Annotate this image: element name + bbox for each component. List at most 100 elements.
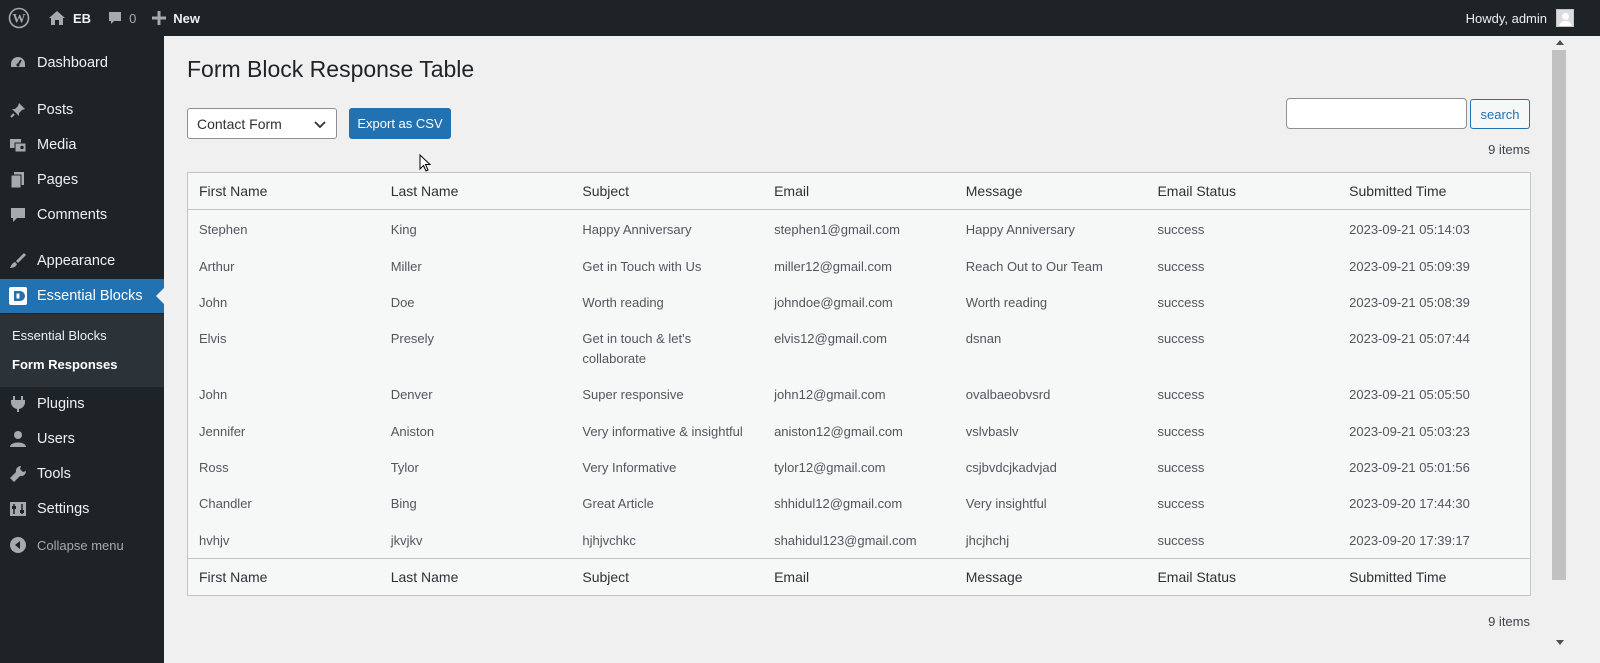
cell-submitted-time: 2023-09-20 17:39:17	[1349, 533, 1470, 548]
scrollbar-thumb[interactable]	[1552, 50, 1566, 580]
avatar[interactable]	[1556, 9, 1574, 27]
admin-sidebar: Dashboard Posts Media Pages Comments App…	[0, 36, 164, 663]
cell-message: Happy Anniversary	[965, 222, 1075, 237]
search-button[interactable]: search	[1470, 99, 1530, 129]
essential-blocks-submenu: Essential Blocks Form Responses	[0, 314, 164, 387]
table-footer: First Name Last Name Subject Email Messa…	[188, 558, 1530, 595]
collapse-label: Collapse menu	[37, 537, 124, 553]
submenu-item-form-responses[interactable]: Form Responses	[12, 357, 117, 372]
comments-link[interactable]: 0	[99, 0, 144, 36]
cell-submitted-time: 2023-09-21 05:09:39	[1349, 259, 1470, 274]
home-icon	[49, 11, 65, 25]
cell-last-name: Denver	[390, 387, 433, 402]
items-count-top: 9 items	[1488, 142, 1530, 157]
column-footer-message[interactable]: Message	[955, 559, 1147, 596]
cell-message: csjbvdcjkadvjad	[965, 460, 1057, 475]
cell-email-status: success	[1157, 222, 1205, 237]
table-row: Jennifer Aniston Very informative & insi…	[188, 412, 1530, 442]
pages-icon	[10, 172, 24, 189]
submenu-item-essential-blocks[interactable]: Essential Blocks	[12, 328, 107, 343]
essential-blocks-icon	[9, 287, 27, 305]
form-select[interactable]: Contact Form	[187, 108, 337, 139]
column-header-submitted-time[interactable]: Submitted Time	[1338, 173, 1530, 210]
cell-first-name: Jennifer	[199, 424, 246, 439]
comment-icon	[11, 208, 25, 222]
cell-message: ovalbaeobvsrd	[965, 387, 1051, 402]
sidebar-item-plugins[interactable]: Plugins	[0, 387, 164, 421]
cell-last-name: King	[390, 222, 417, 237]
wordpress-logo-button[interactable]: W	[0, 0, 40, 36]
cell-email: john12@gmail.com	[774, 387, 886, 402]
sidebar-item-tools[interactable]: Tools	[0, 457, 164, 491]
column-header-message[interactable]: Message	[955, 173, 1147, 210]
column-footer-email[interactable]: Email	[763, 559, 955, 596]
cell-email: stephen1@gmail.com	[774, 222, 900, 237]
column-footer-submitted-time[interactable]: Submitted Time	[1338, 559, 1530, 596]
new-content-link[interactable]: New	[144, 0, 208, 36]
cell-email: miller12@gmail.com	[774, 259, 893, 274]
scroll-up-arrow-icon[interactable]	[1556, 40, 1564, 45]
cell-first-name: Chandler	[199, 496, 252, 511]
sidebar-item-label: Dashboard	[37, 55, 108, 71]
sidebar-item-dashboard[interactable]: Dashboard	[0, 46, 164, 80]
cell-email: tylor12@gmail.com	[774, 460, 886, 475]
cell-submitted-time: 2023-09-21 05:08:39	[1349, 295, 1470, 310]
column-header-email[interactable]: Email	[763, 173, 955, 210]
column-footer-email-status[interactable]: Email Status	[1146, 559, 1338, 596]
sidebar-item-appearance[interactable]: Appearance	[0, 244, 164, 278]
site-name-link[interactable]: EB	[40, 0, 99, 36]
cell-email-status: success	[1157, 424, 1205, 439]
column-header-last-name[interactable]: Last Name	[380, 173, 572, 210]
collapse-menu-button[interactable]: Collapse menu	[0, 528, 164, 562]
cell-email-status: success	[1157, 331, 1205, 346]
export-csv-button[interactable]: Export as CSV	[349, 108, 451, 139]
cell-message: vslvbaslv	[965, 424, 1019, 439]
sidebar-item-label: Comments	[37, 207, 108, 223]
chevron-down-icon	[314, 121, 326, 129]
column-header-first-name[interactable]: First Name	[188, 173, 380, 210]
cell-email: shahidul123@gmail.com	[774, 533, 917, 548]
column-footer-subject[interactable]: Subject	[571, 559, 763, 596]
search-input[interactable]	[1286, 98, 1467, 129]
sidebar-item-label: Settings	[37, 501, 90, 517]
pin-icon	[10, 103, 25, 118]
sidebar-item-label: Tools	[37, 466, 71, 482]
sidebar-item-users[interactable]: Users	[0, 422, 164, 456]
mouse-cursor-icon	[419, 154, 432, 172]
cell-submitted-time: 2023-09-21 05:07:44	[1349, 331, 1470, 346]
column-footer-first-name[interactable]: First Name	[188, 559, 380, 596]
column-header-email-status[interactable]: Email Status	[1146, 173, 1338, 210]
howdy-text: Howdy, admin	[1465, 10, 1547, 26]
scroll-down-arrow-icon[interactable]	[1556, 640, 1564, 645]
sidebar-item-label: Appearance	[37, 253, 116, 269]
cell-subject: hjhjvchkc	[582, 533, 636, 548]
cell-subject: Super responsive	[582, 387, 684, 402]
sidebar-item-posts[interactable]: Posts	[0, 93, 164, 127]
cell-email-status: success	[1157, 387, 1205, 402]
cell-submitted-time: 2023-09-21 05:01:56	[1349, 460, 1470, 475]
cell-first-name: John	[199, 295, 228, 310]
account-menu[interactable]: Howdy, admin	[1466, 9, 1600, 27]
column-header-subject[interactable]: Subject	[571, 173, 763, 210]
sidebar-item-comments[interactable]: Comments	[0, 198, 164, 232]
plugin-icon	[11, 396, 25, 412]
cell-email: johndoe@gmail.com	[774, 295, 893, 310]
cell-email: elvis12@gmail.com	[774, 331, 887, 346]
sidebar-item-pages[interactable]: Pages	[0, 163, 164, 197]
table-row: John Denver Super responsive john12@gmai…	[188, 375, 1530, 405]
cell-email-status: success	[1157, 259, 1205, 274]
cell-subject: Very Informative	[582, 460, 677, 475]
column-footer-last-name[interactable]: Last Name	[380, 559, 572, 596]
sidebar-item-media[interactable]: Media	[0, 128, 164, 162]
sidebar-item-label: Users	[37, 431, 75, 447]
main-content: Form Block Response Table Contact Form E…	[164, 36, 1552, 663]
sidebar-item-settings[interactable]: Settings	[0, 492, 164, 526]
cell-message: jhcjhchj	[965, 533, 1010, 548]
cell-last-name: Bing	[390, 496, 417, 511]
cell-subject: Get in touch & let's collaborate	[582, 331, 692, 366]
sidebar-item-essential-blocks[interactable]: Essential Blocks	[0, 279, 164, 313]
cell-email: aniston12@gmail.com	[774, 424, 903, 439]
site-name: EB	[73, 10, 92, 26]
cell-submitted-time: 2023-09-21 05:03:23	[1349, 424, 1470, 439]
cell-first-name: Stephen	[199, 222, 248, 237]
